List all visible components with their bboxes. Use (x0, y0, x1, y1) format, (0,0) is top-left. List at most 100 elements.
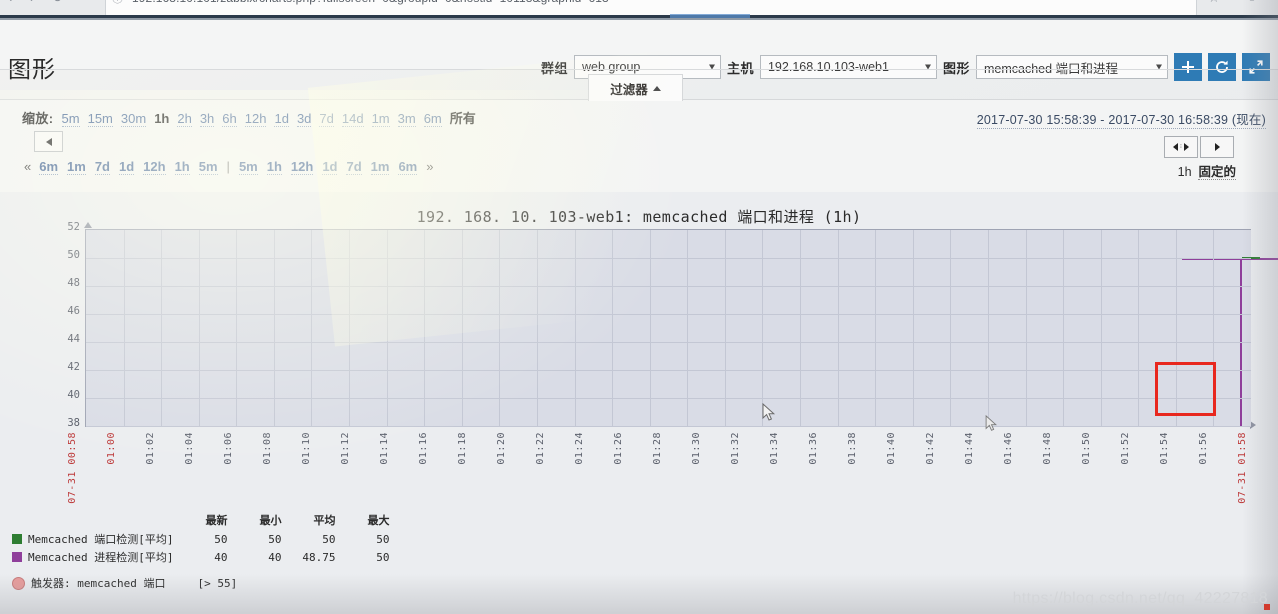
grid-line-vertical (274, 230, 275, 426)
legend-value-last: 40 (214, 550, 228, 564)
x-tick: 01:46 (1003, 432, 1014, 465)
range-forward-button[interactable] (1200, 136, 1234, 158)
y-axis: 52 50 48 46 44 42 40 38 (52, 221, 80, 433)
arrow-right-icon (1183, 143, 1189, 151)
plot-area[interactable] (85, 229, 1278, 427)
nav-fwd-1m[interactable]: 1m (370, 159, 390, 175)
zoom-option-5m[interactable]: 5m (61, 111, 80, 127)
range-shrink-button[interactable]: ⁝ (1164, 136, 1198, 158)
legend-col-min: 最小 (259, 514, 282, 527)
zoom-option-12h[interactable]: 12h (244, 111, 267, 127)
zoom-option-3m[interactable]: 3m (397, 111, 416, 127)
back-icon[interactable]: ‹ (8, 0, 12, 5)
nav-fwd-7d[interactable]: 7d (346, 159, 362, 175)
zoom-option-6h[interactable]: 6h (222, 111, 237, 127)
zoom-option-3h[interactable]: 3h (199, 111, 215, 127)
zoom-option-1m[interactable]: 1m (371, 111, 390, 127)
grid-line-vertical (124, 230, 125, 426)
graph-label: 图形 (942, 60, 970, 76)
graph-select-value: memcached 端口和进程 (984, 61, 1119, 76)
y-tick: 50 (67, 249, 80, 261)
grid-line-horizontal (86, 286, 1251, 287)
nav-back-1m[interactable]: 1m (67, 159, 86, 175)
nav-back-6m[interactable]: 6m (39, 159, 59, 175)
host-select-value: 192.168.10.103-web1 (767, 60, 889, 74)
grid-line-vertical (349, 230, 350, 426)
reload-icon[interactable]: ↻ (52, 0, 63, 6)
x-tick: 01:54 (1159, 432, 1170, 465)
nav-fwd-1d[interactable]: 1d (322, 159, 338, 175)
nav-back-5m[interactable]: 5m (198, 159, 218, 175)
x-tick: 01:10 (301, 432, 312, 465)
dots-icon: ⁝ (1180, 143, 1182, 150)
zoom-option-1d[interactable]: 1d (274, 111, 289, 127)
x-tick: 01:44 (964, 432, 975, 465)
nav-fwd-6m[interactable]: 6m (398, 159, 418, 175)
zoom-option-3d[interactable]: 3d (296, 111, 312, 127)
refresh-button[interactable] (1208, 53, 1236, 81)
nav-back-7d[interactable]: 7d (94, 159, 110, 175)
fullscreen-icon (1249, 60, 1263, 74)
y-tick: 48 (67, 277, 80, 289)
scroll-left-button[interactable] (34, 131, 63, 152)
grid-line-vertical (612, 230, 613, 426)
trigger-legend-row: 触发器: memcached 端口 [> 55] (12, 575, 652, 591)
legend-value-last: 50 (214, 532, 228, 546)
url-text[interactable]: 192.168.10.101/zabbix/charts.php?fullscr… (132, 0, 1132, 7)
nav-back-1h[interactable]: 1h (174, 159, 190, 175)
nav-prev-arrow[interactable]: « (24, 159, 31, 174)
grid-line-horizontal (86, 426, 1251, 427)
graph-select[interactable]: memcached 端口和进程 (976, 55, 1168, 79)
fixed-period-text[interactable]: 固定的 (1198, 165, 1236, 180)
add-button[interactable] (1174, 53, 1202, 81)
nav-back-1d[interactable]: 1d (119, 159, 135, 175)
refresh-icon (1216, 60, 1228, 73)
x-tick: 01:34 (769, 432, 780, 465)
x-tick-start: 07-31 00:58 (67, 432, 78, 504)
forward-icon[interactable]: › (30, 0, 34, 5)
zoom-option-6m[interactable]: 6m (423, 111, 442, 127)
x-tick: 01:30 (691, 432, 702, 465)
x-axis: 07-31 00:58 01:00 01:02 01:04 01:06 01:0… (0, 432, 1278, 512)
nav-next-arrow[interactable]: » (426, 159, 433, 174)
legend-swatch-port (12, 534, 22, 544)
legend-series-aggregate: [平均] (138, 533, 174, 546)
legend-series-name: Memcached 进程检测 (28, 551, 139, 564)
site-info-icon[interactable]: ⓘ (112, 0, 123, 6)
zoom-option-7d[interactable]: 7d (319, 111, 334, 127)
x-tick: 01:52 (1120, 432, 1131, 465)
zoom-option-all[interactable]: 所有 (450, 108, 476, 127)
nav-back-12h[interactable]: 12h (143, 159, 166, 175)
legend-value-avg: 48.75 (302, 550, 336, 564)
chrome-highlight (670, 14, 750, 18)
header-underline (0, 69, 1278, 70)
x-tick-end: 07-31 01:58 (1237, 432, 1248, 504)
legend-row: Memcached 端口检测 [平均] 50 50 50 50 (12, 530, 389, 548)
x-tick: 01:02 (145, 432, 156, 465)
profile-icon[interactable]: ○ (1248, 0, 1256, 5)
group-select-value: web group (581, 60, 641, 74)
zoom-option-14d[interactable]: 14d (341, 111, 364, 127)
legend-col-last: 最新 (205, 514, 228, 527)
bookmark-star-icon[interactable]: ☆ (1208, 0, 1220, 6)
x-tick: 01:56 (1198, 432, 1209, 465)
zoom-option-1h[interactable]: 1h (154, 111, 169, 126)
legend-swatch-process (12, 552, 22, 562)
host-select[interactable]: 192.168.10.103-web1 (759, 55, 937, 79)
grid-line-vertical (875, 230, 876, 426)
date-range-display[interactable]: 2017-07-30 15:58:39 - 2017-07-30 16:58:3… (976, 109, 1266, 129)
filter-tab[interactable]: 过滤器 (588, 74, 683, 101)
zoom-option-2h[interactable]: 2h (177, 111, 192, 127)
fixed-period-value: 1h (1177, 165, 1192, 179)
grid-line-horizontal (86, 258, 1251, 259)
nav-fwd-5m[interactable]: 5m (238, 159, 258, 175)
zoom-option-15m[interactable]: 15m (87, 111, 113, 127)
grid-line-vertical (311, 230, 312, 426)
zoom-option-30m[interactable]: 30m (120, 111, 147, 127)
nav-fwd-12h[interactable]: 12h (290, 159, 314, 175)
nav-fwd-1h[interactable]: 1h (266, 159, 282, 175)
grid-line-vertical (1138, 230, 1139, 426)
fixed-period-label: 1h 固定的 (1178, 161, 1236, 180)
fullscreen-button[interactable] (1242, 53, 1270, 81)
y-axis-arrow-icon (84, 222, 92, 228)
